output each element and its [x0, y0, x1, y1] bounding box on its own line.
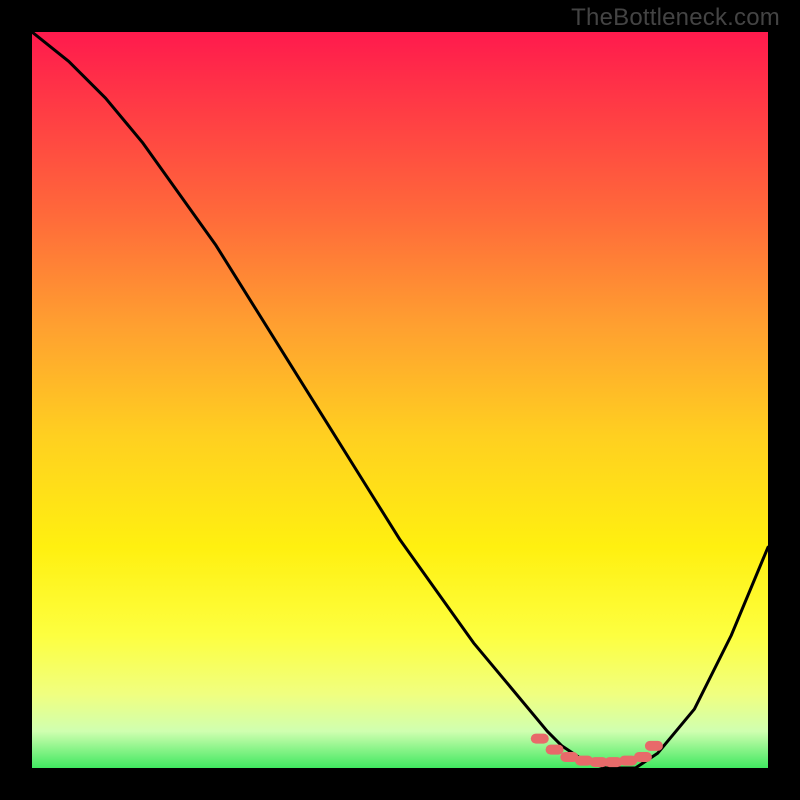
chart-svg — [32, 32, 768, 768]
highlight-marker — [645, 741, 663, 751]
highlight-marker — [546, 745, 564, 755]
chart-frame: TheBottleneck.com — [0, 0, 800, 800]
plot-area — [32, 32, 768, 768]
highlight-marker — [531, 734, 549, 744]
watermark-text: TheBottleneck.com — [571, 4, 780, 32]
highlight-marker — [634, 752, 652, 762]
bottleneck-curve-line — [32, 32, 768, 768]
